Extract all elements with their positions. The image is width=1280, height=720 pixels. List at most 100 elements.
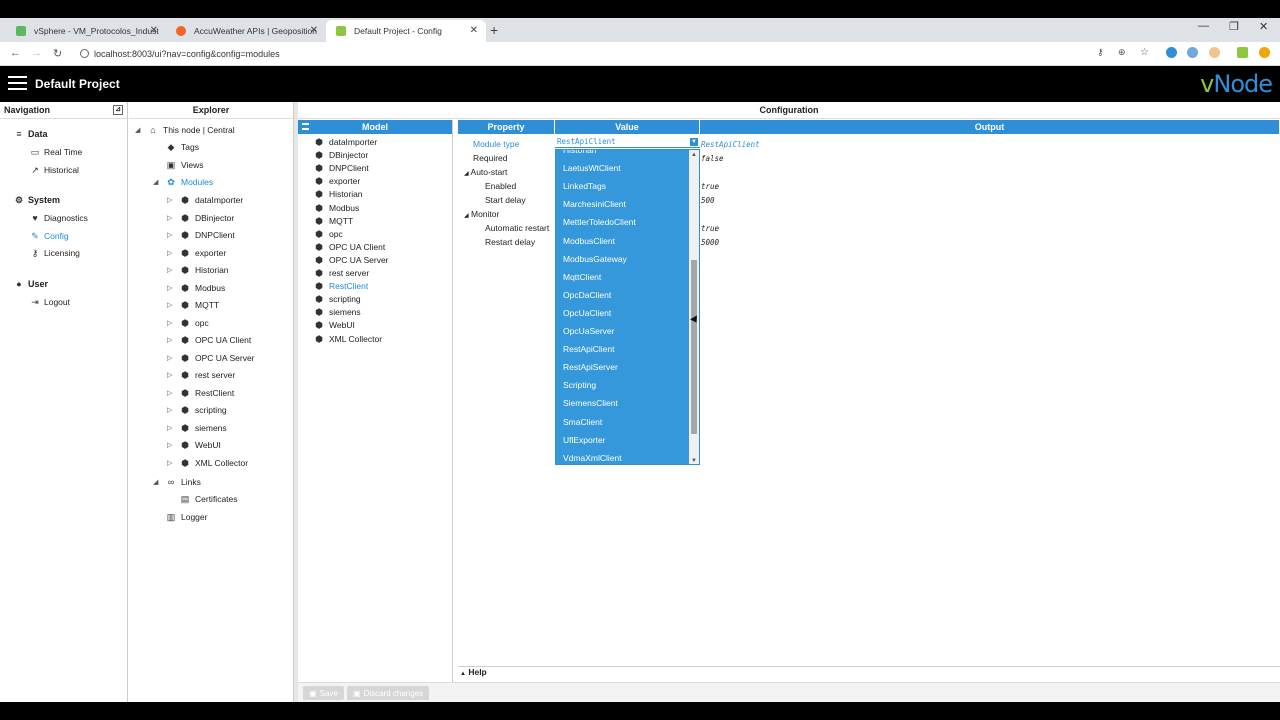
tree-node-module[interactable]: ▷ ⬢ OPC UA Client bbox=[167, 335, 251, 345]
model-list-item[interactable]: ⬢ MQTT bbox=[314, 216, 353, 226]
tree-node-logger[interactable]: ▥ Logger bbox=[153, 512, 208, 522]
model-list-item[interactable]: ⬢ XML Collector bbox=[314, 334, 382, 344]
extension-icon[interactable] bbox=[1166, 47, 1177, 58]
minimize-icon[interactable]: — bbox=[1198, 20, 1209, 32]
expanded-caret-icon[interactable]: ◢ bbox=[135, 126, 143, 134]
collapsed-caret-icon[interactable]: ▷ bbox=[167, 406, 175, 414]
browser-tab-config[interactable]: Default Project - Config ✕ bbox=[326, 20, 486, 42]
tree-node-links[interactable]: ◢ ∞ Links bbox=[153, 477, 201, 487]
nav-group-user[interactable]: ● User bbox=[14, 279, 48, 289]
expanded-caret-icon[interactable]: ◢ bbox=[153, 478, 161, 486]
tree-node-module[interactable]: ▷ ⬢ OPC UA Server bbox=[167, 353, 255, 363]
menu-icon[interactable] bbox=[302, 123, 309, 130]
tree-node-module[interactable]: ▷ ⬢ WebUI bbox=[167, 440, 221, 450]
discard-changes-button[interactable]: ▣ Discard changes bbox=[347, 686, 430, 700]
dropdown-option[interactable]: OpcUaServer bbox=[563, 326, 615, 336]
model-list-item[interactable]: ⬢ Historian bbox=[314, 189, 362, 199]
property-monitor[interactable]: ◢ Monitor bbox=[464, 209, 499, 219]
collapsed-caret-icon[interactable]: ▷ bbox=[167, 371, 175, 379]
tree-node-module[interactable]: ▷ ⬢ exporter bbox=[167, 248, 226, 258]
collapsed-caret-icon[interactable]: ▷ bbox=[167, 441, 175, 449]
collapsed-caret-icon[interactable]: ▷ bbox=[167, 196, 175, 204]
model-list-item[interactable]: ⬢ RestClient bbox=[314, 281, 368, 291]
tree-node-module[interactable]: ▷ ⬢ scripting bbox=[167, 405, 227, 415]
close-icon[interactable]: ✕ bbox=[310, 25, 318, 36]
collapsed-caret-icon[interactable]: ▷ bbox=[167, 459, 175, 467]
model-list-item[interactable]: ⬢ scripting bbox=[314, 294, 361, 304]
url-field[interactable]: localhost:8003/ui?nav=config&config=modu… bbox=[80, 46, 1080, 62]
dropdown-option[interactable]: MettlerToledoClient bbox=[563, 217, 636, 227]
model-list-item[interactable]: ⬢ WebUI bbox=[314, 320, 355, 330]
dropdown-option[interactable]: Historian bbox=[563, 150, 597, 155]
model-list-item[interactable]: ⬢ opc bbox=[314, 229, 343, 239]
tree-node-module[interactable]: ▷ ⬢ rest server bbox=[167, 370, 235, 380]
model-list-item[interactable]: ⬢ exporter bbox=[314, 176, 360, 186]
collapsed-caret-icon[interactable]: ▷ bbox=[167, 214, 175, 222]
tree-node-module[interactable]: ▷ ⬢ Modbus bbox=[167, 283, 225, 293]
dropdown-option[interactable]: MqttClient bbox=[563, 272, 601, 282]
model-list-item[interactable]: ⬢ DBinjector bbox=[314, 150, 368, 160]
module-type-select[interactable]: RestApiClient bbox=[555, 136, 700, 148]
chevron-down-icon[interactable]: ▼ bbox=[690, 138, 698, 146]
nav-item-licensing[interactable]: ⚷ Licensing bbox=[30, 248, 80, 258]
dropdown-option[interactable]: Scripting bbox=[563, 380, 596, 390]
nav-item-diagnostics[interactable]: ♥ Diagnostics bbox=[30, 213, 88, 223]
bookmark-star-icon[interactable]: ☆ bbox=[1140, 47, 1149, 58]
extension-icon[interactable] bbox=[1187, 47, 1198, 58]
tree-node-tags[interactable]: ◆ Tags bbox=[153, 142, 199, 152]
collapsed-caret-icon[interactable]: ▷ bbox=[167, 389, 175, 397]
dropdown-option[interactable]: ModbusGateway bbox=[563, 254, 627, 264]
nav-item-config[interactable]: ✎ Config bbox=[30, 231, 68, 241]
collapsed-caret-icon[interactable]: ▷ bbox=[167, 301, 175, 309]
tree-node-certificates[interactable]: ▤ Certificates bbox=[167, 494, 238, 504]
dropdown-option[interactable]: LinkedTags bbox=[563, 181, 606, 191]
browser-tab-vsphere[interactable]: vSphere - VM_Protocolos_Indust ✕ bbox=[6, 20, 166, 42]
help-toggle[interactable]: ▲ Help bbox=[458, 666, 1280, 679]
dropdown-option[interactable]: SiemensClient bbox=[563, 398, 618, 408]
collapsed-caret-icon[interactable]: ▷ bbox=[167, 319, 175, 327]
key-icon[interactable]: ⚷ bbox=[1097, 47, 1104, 58]
nav-group-system[interactable]: ⚙ System bbox=[14, 195, 60, 205]
pin-icon[interactable]: ⊿ bbox=[113, 105, 123, 115]
collapsed-caret-icon[interactable]: ▷ bbox=[167, 284, 175, 292]
tree-node-views[interactable]: ▣ Views bbox=[153, 160, 204, 170]
dropdown-option[interactable]: RestApiServer bbox=[563, 362, 618, 372]
dropdown-option[interactable]: MarchesiniClient bbox=[563, 199, 626, 209]
dropdown-option[interactable]: ModbusClient bbox=[563, 236, 615, 246]
dropdown-option[interactable]: OpcUaClient bbox=[563, 308, 611, 318]
model-list-item[interactable]: ⬢ dataImporter bbox=[314, 137, 377, 147]
collapsed-caret-icon[interactable]: ▷ bbox=[167, 266, 175, 274]
scrollbar-thumb[interactable] bbox=[691, 260, 697, 434]
tree-node-module[interactable]: ▷ ⬢ DBinjector bbox=[167, 213, 234, 223]
nav-item-historical[interactable]: ↗ Historical bbox=[30, 165, 79, 175]
dropdown-option[interactable]: LaetusWtClient bbox=[563, 163, 621, 173]
model-list-item[interactable]: ⬢ Modbus bbox=[314, 203, 359, 213]
model-list-item[interactable]: ⬢ siemens bbox=[314, 307, 361, 317]
tree-node-module[interactable]: ▷ ⬢ MQTT bbox=[167, 300, 219, 310]
scroll-up-icon[interactable]: ▲ bbox=[691, 152, 697, 158]
property-auto-start[interactable]: ◢ Auto-start bbox=[464, 167, 507, 177]
dropdown-scrollbar[interactable]: ▲ ▼ bbox=[689, 150, 699, 464]
dropdown-option[interactable]: OpcDaClient bbox=[563, 290, 611, 300]
profile-icon[interactable] bbox=[1259, 47, 1270, 58]
nav-item-logout[interactable]: ⇥ Logout bbox=[30, 297, 70, 307]
close-icon[interactable]: ✕ bbox=[470, 25, 478, 36]
browser-tab-accuweather[interactable]: AccuWeather APIs | Geoposition ✕ bbox=[166, 20, 326, 42]
collapsed-caret-icon[interactable]: ▷ bbox=[167, 424, 175, 432]
dropdown-option[interactable]: RestApiClient bbox=[563, 344, 615, 354]
tree-node-module[interactable]: ▷ ⬢ DNPClient bbox=[167, 230, 235, 240]
tree-node-module[interactable]: ▷ ⬢ opc bbox=[167, 318, 209, 328]
close-icon[interactable]: ✕ bbox=[150, 25, 158, 36]
collapsed-caret-icon[interactable]: ▷ bbox=[167, 249, 175, 257]
collapse-caret-icon[interactable]: ◢ bbox=[464, 213, 469, 219]
dropdown-option[interactable]: VdmaXmlClient bbox=[563, 453, 622, 463]
new-tab-icon[interactable]: + bbox=[490, 22, 498, 38]
extension-icon[interactable] bbox=[1209, 47, 1220, 58]
collapse-caret-icon[interactable]: ◢ bbox=[464, 171, 469, 177]
hamburger-menu-icon[interactable] bbox=[8, 76, 27, 91]
tree-node-modules[interactable]: ◢ ✿ Modules bbox=[153, 177, 213, 187]
window-close-icon[interactable]: ✕ bbox=[1259, 20, 1268, 33]
model-list-item[interactable]: ⬢ DNPClient bbox=[314, 163, 369, 173]
model-list-item[interactable]: ⬢ OPC UA Client bbox=[314, 242, 385, 252]
expanded-caret-icon[interactable]: ◢ bbox=[153, 178, 161, 186]
